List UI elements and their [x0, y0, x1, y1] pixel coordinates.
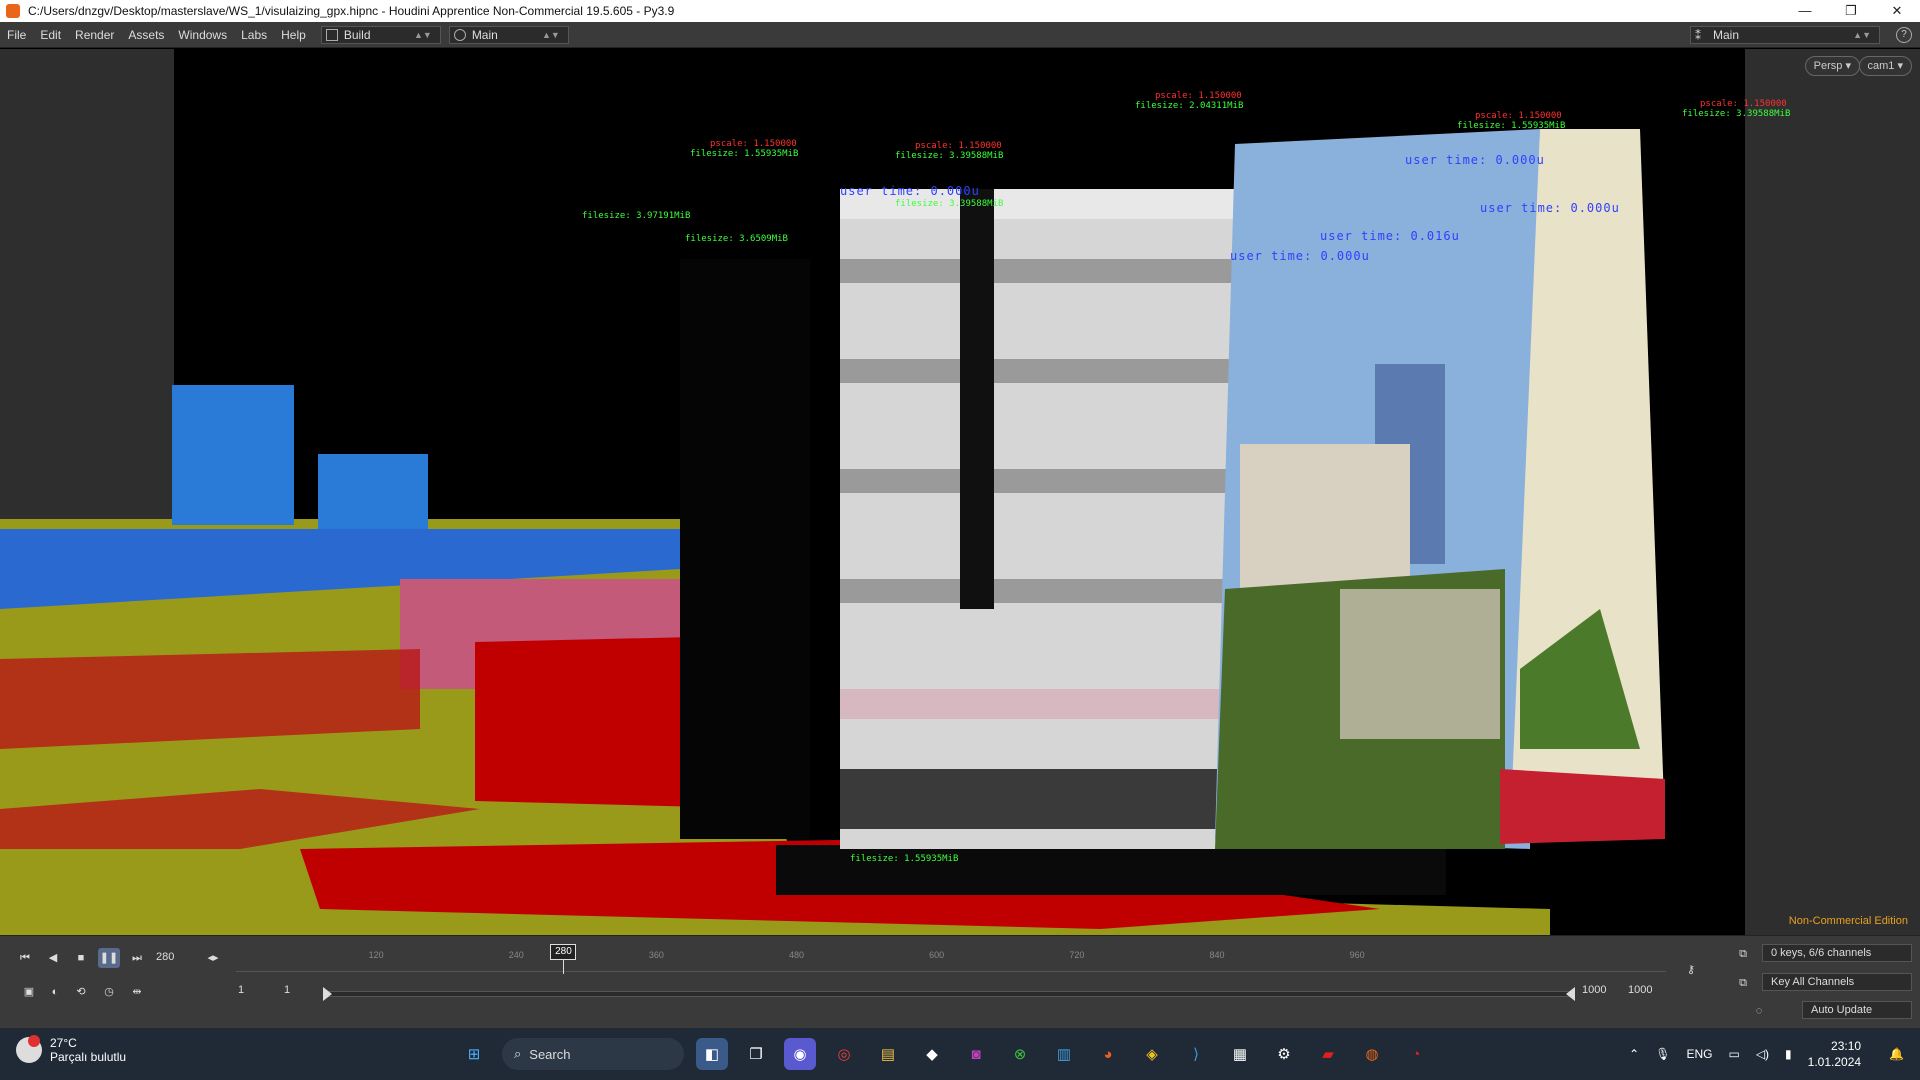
key-tool-icon[interactable]: ⚷ — [1680, 960, 1702, 980]
jump-end-icon[interactable]: ⏭ — [126, 948, 148, 968]
weather-widget[interactable]: 27°C Parçalı bulutlu — [16, 1035, 126, 1064]
language-indicator[interactable]: ENG — [1686, 1047, 1712, 1061]
blue-building-1 — [172, 385, 294, 525]
auto-update-menu[interactable]: Auto Update — [1802, 1001, 1912, 1019]
range-end-handle[interactable] — [1566, 987, 1575, 1001]
range-icon[interactable]: ⇹ — [126, 982, 148, 1002]
jump-start-icon[interactable]: ⏮ — [14, 948, 36, 968]
main-desktop-select[interactable]: Main ▲▼ — [448, 25, 569, 44]
notification-icon[interactable]: 🔔 — [1889, 1047, 1904, 1061]
frame-cursor[interactable]: 280 — [550, 944, 577, 960]
menu-windows[interactable]: Windows — [171, 28, 234, 42]
vscode-icon[interactable]: ⟩ — [1180, 1038, 1212, 1070]
epic-games-icon[interactable]: ◆ — [916, 1038, 948, 1070]
keys-info-field[interactable]: 0 keys, 6/6 channels — [1762, 944, 1912, 962]
notepad-icon[interactable]: ▥ — [1048, 1038, 1080, 1070]
photo-card-balconies — [840, 189, 1235, 849]
system-clock[interactable]: 23:10 1.01.2024 — [1808, 1038, 1861, 1070]
scene-viewport[interactable]: pscale: 1.150000 filesize: 1.55935MiB ps… — [0, 49, 1920, 935]
chrome-icon[interactable]: ◎ — [828, 1038, 860, 1070]
window-title: C:/Users/dnzgv/Desktop/masterslave/WS_1/… — [28, 4, 675, 18]
loop-icon[interactable]: ⟲ — [70, 982, 92, 1002]
realtime-icon[interactable]: ◷ — [98, 982, 120, 1002]
end-frame-field-2[interactable]: 1000 — [1628, 984, 1652, 996]
houdini-taskbar-icon[interactable]: ◍ — [1356, 1038, 1388, 1070]
right-desktop-select[interactable]: ⁑ Main ▲▼ — [1690, 26, 1880, 44]
windows-taskbar: 27°C Parçalı bulutlu ⊞ ⌕ Search ◧ ❐ ◉ ◎ … — [0, 1028, 1920, 1080]
photos-icon[interactable]: ▦ — [1224, 1038, 1256, 1070]
layout-icon — [325, 28, 338, 41]
file-explorer-icon[interactable]: ▤ — [872, 1038, 904, 1070]
windows-start-icon[interactable]: ⊞ — [458, 1038, 490, 1070]
teams-icon[interactable]: ◉ — [784, 1038, 816, 1070]
current-frame-field[interactable]: 280 — [156, 951, 174, 963]
pdf-icon[interactable]: ▰ — [1312, 1038, 1344, 1070]
maximize-button[interactable]: ❐ — [1828, 0, 1874, 22]
play-reverse-icon[interactable]: ◀ — [42, 948, 64, 968]
end-frame-field[interactable]: 1000 — [1582, 984, 1606, 996]
obs-icon[interactable]: ◔ — [1400, 1038, 1432, 1070]
git-icon[interactable]: ◈ — [1136, 1038, 1168, 1070]
cook-icon[interactable]: ◌ — [1748, 1001, 1770, 1021]
menu-assets[interactable]: Assets — [121, 28, 171, 42]
window-titlebar: C:/Users/dnzgv/Desktop/masterslave/WS_1/… — [0, 0, 1920, 22]
menu-edit[interactable]: Edit — [33, 28, 68, 42]
build-desktop-select[interactable]: Build ▲▼ — [320, 25, 441, 44]
desktop-icon: ⁑ — [1695, 29, 1701, 43]
crosshair-icon — [453, 28, 466, 41]
microphone-icon[interactable]: 🎙 — [1655, 1047, 1670, 1061]
range-start-handle[interactable] — [323, 987, 332, 1001]
taskbar-apps: ⊞ ⌕ Search ◧ ❐ ◉ ◎ ▤ ◆ ◙ ⊗ ▥ ◕ ◈ ⟩ ▦ ⚙ ▰… — [458, 1038, 1444, 1070]
start-frame-field[interactable]: 1 — [238, 984, 244, 996]
menu-labs[interactable]: Labs — [234, 28, 274, 42]
tray-overflow-icon[interactable]: ⌃ — [1629, 1047, 1639, 1061]
system-tray: ⌃ 🎙 ENG ▭ ◁) ▮ 23:10 1.01.2024 🔔 — [1629, 1028, 1920, 1080]
task-view-icon[interactable]: ❐ — [740, 1038, 772, 1070]
settings-icon[interactable]: ⚙ — [1268, 1038, 1300, 1070]
channel-icon[interactable]: ⧉ — [1732, 944, 1754, 964]
weather-icon — [16, 1035, 42, 1063]
timeline-ruler[interactable]: 120 240 360 480 600 720 840 960 280 — [236, 944, 1666, 974]
widgets-icon[interactable]: ◧ — [696, 1038, 728, 1070]
audio-icon[interactable]: ▣ — [18, 982, 40, 1002]
keys-icon[interactable]: ◐ — [44, 982, 66, 1002]
pause-icon[interactable]: ❚❚ — [98, 948, 120, 968]
key-all-channels-button[interactable]: Key All Channels — [1762, 973, 1912, 991]
minimize-button[interactable]: — — [1782, 0, 1828, 22]
main-menubar: File Edit Render Assets Windows Labs Hel… — [0, 22, 1920, 48]
playbar: ⏮ ◀ ■ ❚❚ ⏭ 280 ◂▸ 120 240 360 480 600 72… — [0, 935, 1920, 1028]
houdini-app-icon — [6, 4, 20, 18]
instagram-icon[interactable]: ◙ — [960, 1038, 992, 1070]
blender-icon[interactable]: ◕ — [1092, 1038, 1124, 1070]
key-all-icon[interactable]: ⧉ — [1732, 973, 1754, 993]
network-icon[interactable]: ▭ — [1728, 1047, 1739, 1061]
window-controls: — ❐ ✕ — [1782, 0, 1920, 22]
menu-help[interactable]: Help — [274, 28, 313, 42]
step-frame-icon[interactable]: ◂▸ — [202, 948, 224, 968]
persp-view-button[interactable]: Persp ▾ — [1804, 56, 1860, 76]
camera-menu-button[interactable]: cam1 ▾ — [1858, 56, 1912, 76]
chevron-down-icon: ▲▼ — [1853, 30, 1871, 40]
scene-render — [0, 49, 1745, 935]
non-commercial-label: Non-Commercial Edition — [1788, 915, 1908, 927]
menu-file[interactable]: File — [0, 28, 33, 42]
taskbar-search[interactable]: ⌕ Search — [502, 1038, 684, 1070]
stop-icon[interactable]: ■ — [70, 948, 92, 968]
help-icon[interactable]: ? — [1896, 27, 1912, 43]
chevron-down-icon: ▲▼ — [541, 29, 560, 40]
volume-icon[interactable]: ◁) — [1756, 1047, 1769, 1061]
menu-render[interactable]: Render — [68, 28, 121, 42]
range-slider[interactable] — [323, 987, 1575, 1001]
battery-icon[interactable]: ▮ — [1785, 1047, 1792, 1061]
xbox-icon[interactable]: ⊗ — [1004, 1038, 1036, 1070]
blue-building-2 — [318, 454, 428, 529]
search-icon: ⌕ — [514, 1046, 522, 1061]
chevron-down-icon: ▲▼ — [413, 29, 432, 40]
close-button[interactable]: ✕ — [1874, 0, 1920, 22]
start-frame-field-2[interactable]: 1 — [284, 984, 290, 996]
